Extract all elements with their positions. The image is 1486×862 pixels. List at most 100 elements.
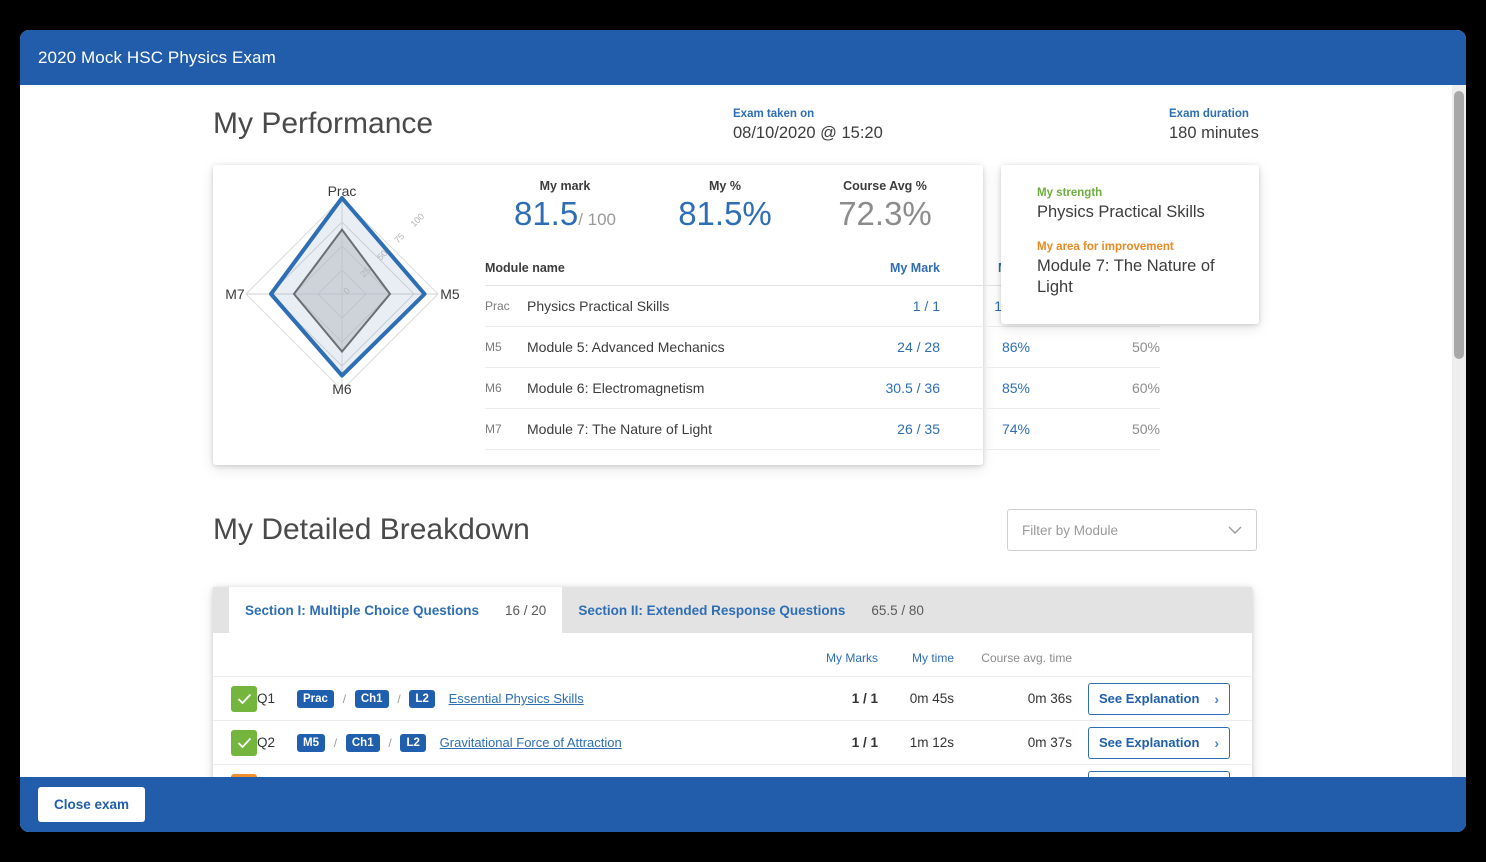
question-number: Q1	[257, 676, 297, 721]
status-correct-icon	[231, 729, 257, 756]
exam-taken-value: 08/10/2020 @ 15:20	[733, 124, 883, 142]
breakdown-title: My Detailed Breakdown	[213, 513, 530, 546]
exam-duration-label: Exam duration	[1169, 108, 1249, 120]
stat-course-avg-label: Course Avg %	[843, 179, 927, 193]
table-row: M7 Module 7: The Nature of Light 26 / 35…	[485, 408, 1160, 450]
my-mark-number: 81.5	[513, 195, 579, 232]
breakdown-header: My Detailed Breakdown Filter by Module	[20, 495, 1452, 587]
chevron-right-icon: ›	[1214, 734, 1219, 751]
badge-separator: /	[342, 691, 347, 706]
lesson-badge: L2	[409, 689, 435, 708]
module-name: Module 5: Advanced Mechanics	[527, 326, 851, 368]
exam-title: 2020 Mock HSC Physics Exam	[38, 47, 276, 67]
module-badge: M5	[297, 733, 325, 752]
scrollbar-thumb[interactable]	[1454, 91, 1464, 359]
tab-section-1-score: 16 / 20	[505, 602, 547, 618]
module-my-mark: 1 / 1	[850, 285, 940, 327]
radar-label-m7: M7	[225, 286, 245, 302]
stat-course-avg: Course Avg % 72.3%	[805, 179, 965, 233]
module-name: Module 7: The Nature of Light	[527, 408, 851, 450]
badge-separator: /	[333, 735, 338, 750]
tab-strip-filler	[940, 587, 1252, 633]
stat-my-mark-value: 81.5/ 100	[485, 195, 645, 233]
headline-stats: My mark 81.5/ 100 My % 81.5% Course Avg …	[485, 179, 965, 233]
question-marks: 0 / 1	[804, 764, 878, 777]
strength-value: Physics Practical Skills	[1037, 203, 1205, 221]
radar-chart: 0 25 50 75 100 Prac M5 M6 M7	[218, 170, 483, 410]
my-mark-total: / 100	[578, 210, 617, 229]
exam-taken-label: Exam taken on	[733, 108, 815, 120]
module-code: Prac	[485, 285, 527, 327]
tab-strip-spacer	[213, 587, 229, 633]
question-marks: 1 / 1	[804, 676, 878, 721]
improvement-label: My area for improvement	[1037, 241, 1174, 254]
module-course-avg: 50%	[1030, 326, 1160, 368]
improvement-value: Module 7: The Nature of Light	[1037, 257, 1215, 297]
performance-header: My Performance Exam taken on 08/10/2020 …	[20, 85, 1452, 165]
badge-separator: /	[388, 735, 392, 750]
stat-my-percent-label: My %	[709, 179, 741, 193]
question-topic-link[interactable]: Gravitational Force of Attraction	[440, 735, 622, 750]
chevron-down-icon	[1228, 526, 1242, 534]
table-row: M5 Module 5: Advanced Mechanics 24 / 28 …	[485, 326, 1160, 368]
see-explanation-button[interactable]: See Explanation ›	[1088, 682, 1230, 715]
strength-label: My strength	[1037, 187, 1103, 199]
table-row: M6 Module 6: Electromagnetism 30.5 / 36 …	[485, 367, 1160, 409]
chapter-badge: Ch1	[345, 733, 380, 752]
close-exam-button[interactable]: Close exam	[38, 787, 146, 822]
question-number: Q3	[257, 764, 297, 777]
header-course-avg-time: Course avg. time	[981, 650, 1072, 665]
module-code: M6	[485, 367, 527, 409]
question-avg-time: 0m 34s	[954, 764, 1072, 777]
header-my-marks: My Marks	[826, 650, 878, 665]
badge-separator: /	[397, 691, 401, 706]
question-marks: 1 / 1	[804, 720, 878, 765]
tab-section-1-label: Section I: Multiple Choice Questions	[245, 602, 480, 618]
exam-taken-meta: Exam taken on 08/10/2020 @ 15:20	[733, 108, 883, 143]
radar-tick-100: 100	[408, 211, 426, 229]
radar-tick-75: 75	[392, 231, 406, 245]
question-avg-time: 0m 37s	[954, 720, 1072, 765]
filter-by-module-select[interactable]: Filter by Module	[1007, 509, 1257, 551]
page-title: My Performance	[213, 107, 434, 140]
lesson-badge: L2	[400, 733, 426, 752]
see-explanation-label: See Explanation	[1099, 735, 1200, 750]
tab-section-2-label: Section II: Extended Response Questions	[578, 602, 846, 618]
scroll-content[interactable]: My Performance Exam taken on 08/10/2020 …	[20, 85, 1466, 777]
breakdown-card: Section I: Multiple Choice Questions 16 …	[213, 587, 1252, 777]
insights-card: My strength Physics Practical Skills My …	[1001, 165, 1259, 325]
module-my-percent: 74%	[940, 408, 1030, 450]
radar-label-prac: Prac	[328, 183, 357, 199]
see-explanation-button[interactable]: See Explanation ›	[1088, 726, 1230, 759]
tab-section-2-score: 65.5 / 80	[871, 602, 924, 618]
header-my-mark: My Mark	[850, 255, 940, 286]
tab-section-1[interactable]: Section I: Multiple Choice Questions 16 …	[229, 587, 563, 633]
exam-duration-meta: Exam duration 180 minutes	[1169, 108, 1259, 143]
question-topic-link[interactable]: Essential Physics Skills	[449, 691, 584, 706]
section-tabs: Section I: Multiple Choice Questions 16 …	[213, 587, 1252, 633]
questions-header-row: My Marks My time Course avg. time	[213, 633, 1252, 677]
radar-label-m6: M6	[332, 381, 352, 397]
footer-bar: Close exam	[20, 777, 1466, 832]
module-name: Physics Practical Skills	[527, 285, 851, 327]
radar-label-m5: M5	[440, 286, 460, 302]
chevron-right-icon: ›	[1214, 690, 1219, 707]
module-my-mark: 24 / 28	[850, 326, 940, 368]
question-my-time: 0m 45s	[878, 676, 954, 721]
module-code: M7	[485, 408, 527, 450]
status-correct-icon	[231, 685, 257, 712]
module-name: Module 6: Electromagnetism	[527, 367, 851, 409]
module-badge: Prac	[297, 689, 334, 708]
stat-my-percent: My % 81.5%	[645, 179, 805, 233]
vertical-scrollbar[interactable]	[1452, 85, 1466, 777]
questions-table: My Marks My time Course avg. time Q1 Pra…	[213, 633, 1252, 777]
exam-duration-value: 180 minutes	[1169, 124, 1259, 142]
performance-card: 0 25 50 75 100 Prac M5 M6 M7 My mark 81.…	[213, 165, 1160, 465]
module-my-mark: 30.5 / 36	[850, 367, 940, 409]
tab-section-2[interactable]: Section II: Extended Response Questions …	[562, 587, 940, 633]
header-module-name: Module name	[485, 255, 851, 286]
question-row: Q2 M5 / Ch1 / L2 Gravitational Force of …	[213, 720, 1252, 765]
stat-my-mark: My mark 81.5/ 100	[485, 179, 645, 233]
module-course-avg: 50%	[1030, 408, 1160, 450]
filter-placeholder: Filter by Module	[1022, 522, 1119, 538]
